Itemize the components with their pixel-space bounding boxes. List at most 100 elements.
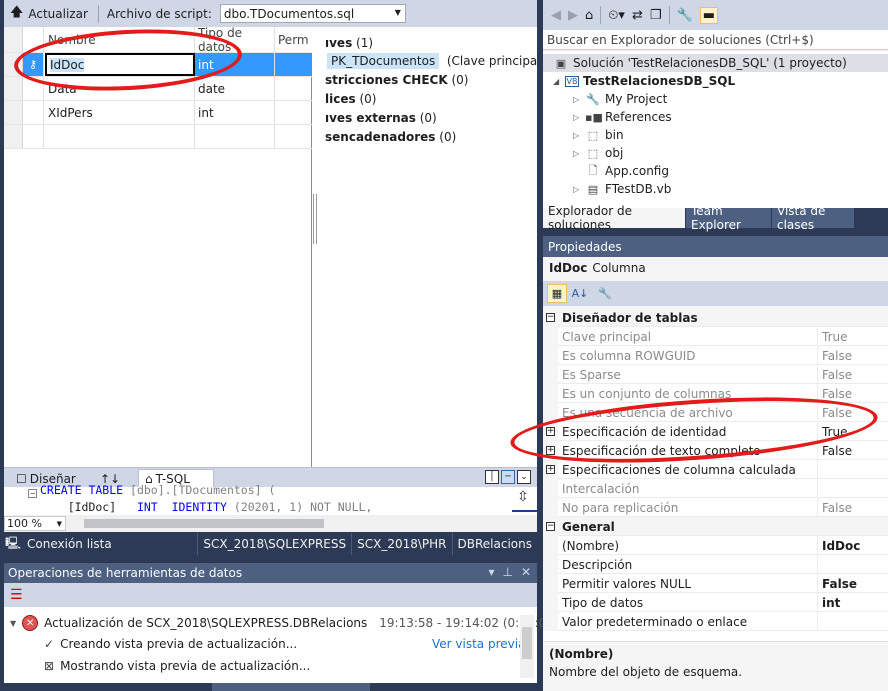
operation-item[interactable]: ▼ ✕ Actualización de SCX_2018\SQLEXPRESS…: [10, 615, 558, 631]
foreign-keys-section[interactable]: ıves externas (0): [325, 111, 437, 125]
collapse-pane-icon[interactable]: ⌄: [517, 470, 531, 484]
categorized-icon[interactable]: ▦: [547, 284, 567, 303]
properties-icon[interactable]: 🔧: [677, 8, 693, 23]
check-constraints-section[interactable]: stricciones CHECK (0): [325, 73, 468, 87]
property-row[interactable]: No para replicación False: [543, 498, 888, 517]
row-selector[interactable]: [4, 101, 23, 124]
close-icon[interactable]: ✕: [521, 565, 531, 579]
header-allow-null[interactable]: Perm: [275, 27, 312, 52]
expanded-arrow-icon[interactable]: ◢: [553, 77, 565, 86]
refresh-arrow-icon[interactable]: 🡅: [10, 3, 23, 25]
property-row[interactable]: Es una secuencia de archivo False: [543, 403, 888, 422]
row-selector[interactable]: [4, 77, 23, 100]
collapse-arrow-icon[interactable]: ▼: [10, 619, 16, 628]
collapse-region-icon[interactable]: −: [28, 489, 37, 498]
collapsed-arrow-icon[interactable]: ▷: [573, 113, 585, 122]
property-category[interactable]: − General: [543, 517, 888, 536]
property-value[interactable]: [822, 612, 888, 631]
property-row[interactable]: Valor predeterminado o enlace: [543, 612, 888, 631]
property-pages-icon[interactable]: 🔧: [595, 284, 615, 303]
indexes-section[interactable]: lices (0): [325, 92, 376, 106]
table-row-new[interactable]: [4, 125, 312, 149]
property-row[interactable]: Es columna ROWGUID False: [543, 346, 888, 365]
tree-item[interactable]: ▷ ▤ FTestDB.vb: [573, 180, 671, 198]
column-name-cell[interactable]: XIdPers: [45, 101, 195, 124]
tree-item[interactable]: ▷ 🔧 My Project: [573, 90, 667, 108]
back-icon[interactable]: ◀: [551, 8, 561, 23]
property-value[interactable]: [822, 479, 888, 498]
tree-item[interactable]: ▷ ⬚ obj: [573, 144, 623, 162]
property-row[interactable]: + Especificación de texto completo False: [543, 441, 888, 460]
property-row[interactable]: Intercalación: [543, 479, 888, 498]
table-row[interactable]: XIdPers int: [4, 101, 312, 125]
sync-icon[interactable]: ⇄: [632, 8, 643, 23]
property-row[interactable]: Es Sparse False: [543, 365, 888, 384]
property-row[interactable]: + Especificaciones de columna calculada: [543, 460, 888, 479]
property-value[interactable]: int: [822, 593, 888, 612]
forward-icon[interactable]: ▶: [568, 8, 578, 23]
keys-section[interactable]: ıves (1): [325, 36, 373, 50]
pk-item[interactable]: PK_TDocumentos (Clave principal, Clu: [327, 53, 537, 69]
horizontal-split-icon[interactable]: ─: [501, 470, 515, 484]
property-row[interactable]: Tipo de datos int: [543, 593, 888, 612]
pane-splitter[interactable]: [313, 194, 317, 244]
tree-item[interactable]: ▷ ▪■ References: [573, 108, 672, 126]
property-value[interactable]: False: [822, 346, 888, 365]
select-all-corner[interactable]: [4, 27, 23, 52]
vertical-split-icon[interactable]: │: [485, 470, 499, 484]
pin-icon[interactable]: ⊥: [502, 565, 512, 579]
column-type-cell[interactable]: int: [195, 53, 275, 76]
tab-class-view[interactable]: Vista de clases: [772, 204, 854, 232]
table-row[interactable]: Data date: [4, 77, 312, 101]
tree-solution[interactable]: ▣ Solución 'TestRelacionesDB_SQL' (1 proy…: [543, 54, 888, 72]
table-row[interactable]: ⚷ IdDoc int: [4, 53, 312, 77]
column-type-cell[interactable]: date: [195, 77, 275, 100]
view-preview-link[interactable]: Ver vista previa: [432, 637, 525, 651]
preview-selected-icon[interactable]: ▬: [699, 6, 718, 24]
home-icon[interactable]: ⌂: [585, 8, 593, 23]
panel-menu-icon[interactable]: ▾: [488, 565, 494, 579]
collapsed-arrow-icon[interactable]: ▷: [573, 185, 585, 194]
property-value[interactable]: [822, 555, 888, 574]
header-type[interactable]: Tipo de datos: [195, 26, 275, 54]
property-value[interactable]: IdDoc: [822, 536, 888, 555]
allow-null-cell[interactable]: [275, 77, 312, 100]
property-category[interactable]: − Diseñador de tablas: [543, 308, 888, 327]
property-value[interactable]: True: [822, 327, 888, 346]
property-value[interactable]: False: [822, 498, 888, 517]
clear-all-icon[interactable]: ☰: [10, 587, 23, 603]
zoom-dropdown[interactable]: 100 % ▼: [4, 516, 66, 531]
collapsed-arrow-icon[interactable]: ▷: [573, 149, 585, 158]
expand-icon[interactable]: +: [546, 446, 555, 455]
refresh-button[interactable]: Actualizar: [28, 7, 88, 21]
tree-item[interactable]: ▷ ⬚ bin: [573, 126, 624, 144]
property-value[interactable]: False: [822, 441, 888, 460]
expand-icon[interactable]: +: [546, 427, 555, 436]
property-row[interactable]: (Nombre) IdDoc: [543, 536, 888, 555]
property-value[interactable]: [822, 460, 888, 479]
tab-solution-explorer[interactable]: Explorador de soluciones: [543, 204, 685, 232]
property-value[interactable]: False: [822, 574, 888, 593]
solution-search-input[interactable]: Buscar en Explorador de soluciones (Ctrl…: [543, 30, 888, 50]
scrollbar-thumb[interactable]: [84, 519, 324, 528]
allow-null-cell[interactable]: [275, 101, 312, 124]
expand-icon[interactable]: +: [546, 465, 555, 474]
alphabetical-sort-icon[interactable]: A↓: [570, 284, 590, 303]
column-type-cell[interactable]: int: [195, 101, 275, 124]
property-row[interactable]: Clave principal True: [543, 327, 888, 346]
collapse-icon[interactable]: −: [546, 313, 555, 322]
property-row[interactable]: Permitir valores NULL False: [543, 574, 888, 593]
scrollbar-thumb[interactable]: [522, 627, 532, 659]
property-row[interactable]: + Especificación de identidad True: [543, 422, 888, 441]
triggers-section[interactable]: sencadenadores (0): [325, 130, 456, 144]
tsql-editor[interactable]: CREATE TABLE [dbo].[TDocumentos] ( [IdDo…: [4, 483, 537, 515]
tree-item[interactable]: 🗋 App.config: [573, 162, 669, 180]
tab-team-explorer[interactable]: Team Explorer: [686, 204, 771, 232]
property-row[interactable]: Es un conjunto de columnas False: [543, 384, 888, 403]
property-value[interactable]: False: [822, 403, 888, 422]
vertical-scrollbar[interactable]: [520, 615, 534, 678]
collapsed-arrow-icon[interactable]: ▷: [573, 95, 585, 104]
split-editor-icon[interactable]: ⇳: [517, 489, 533, 507]
collapse-icon[interactable]: −: [546, 522, 555, 531]
row-selector[interactable]: [4, 125, 23, 148]
